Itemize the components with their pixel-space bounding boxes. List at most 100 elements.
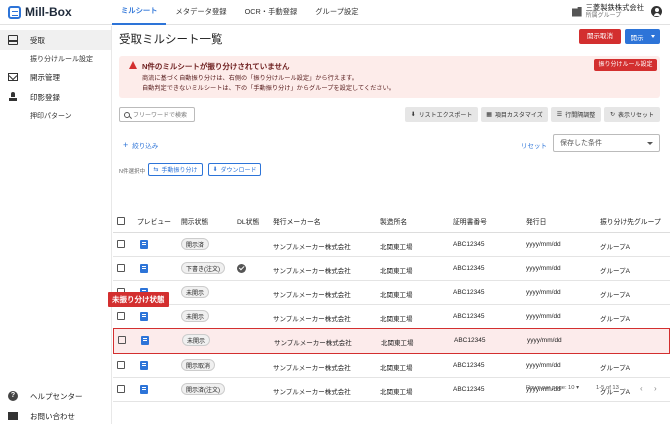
- refresh-icon: ↻: [609, 112, 615, 118]
- sidebar-item-receive[interactable]: 受取: [0, 30, 111, 50]
- grid-icon: ▦: [486, 112, 492, 118]
- sidebar-item-assign-rules[interactable]: 振り分けルール設定: [0, 50, 111, 67]
- plant-name: 北関東工場: [380, 244, 413, 251]
- assigned-group: グループA: [600, 316, 630, 323]
- company-switcher[interactable]: 三菱製鉄株式会社 所属グループ: [571, 3, 644, 20]
- user-avatar-icon[interactable]: [651, 6, 662, 17]
- row-checkbox[interactable]: [117, 385, 125, 393]
- customize-columns-label: 項目カスタマイズ: [494, 113, 543, 119]
- manual-assign-label: 手動振り分け: [161, 168, 198, 174]
- column-header-date[interactable]: 発行日: [526, 216, 546, 226]
- rows-per-page-value: 10: [568, 385, 575, 391]
- preview-icon[interactable]: [140, 264, 148, 273]
- tab-metadata[interactable]: メタデータ登録: [166, 0, 235, 25]
- company-name: 三菱製鉄株式会社: [585, 3, 644, 12]
- column-header-status[interactable]: 開示状態: [181, 216, 208, 226]
- filter-label: 絞り込み: [132, 143, 159, 150]
- plant-name: 北関東工場: [380, 316, 413, 323]
- preview-icon[interactable]: [140, 361, 148, 370]
- cert-number: ABC12345: [453, 289, 485, 296]
- preview-icon[interactable]: [141, 336, 149, 345]
- cert-number: ABC12345: [453, 241, 485, 248]
- search-input[interactable]: フリーワードで検索: [119, 107, 195, 122]
- column-header-dl[interactable]: DL状態: [237, 216, 259, 226]
- status-badge: 未開示: [181, 286, 210, 298]
- table-row[interactable]: 未開示 サンプルメーカー株式会社 北関東工場 ABC12345 yyyy/mm/dd グル…: [113, 305, 670, 329]
- issue-date: yyyy/mm/dd: [526, 313, 561, 320]
- search-placeholder: フリーワードで検索: [133, 113, 188, 119]
- logo[interactable]: Mill-Box: [8, 5, 112, 19]
- sidebar-item-disclosure[interactable]: 開示管理: [0, 67, 111, 87]
- row-density-button[interactable]: ☰ 行間隔調整: [551, 107, 601, 122]
- pagination-range: 1-5 of 13: [596, 385, 619, 391]
- table-row[interactable]: 未開示 サンプルメーカー株式会社 北関東工場 ABC12345 yyyy/mm/dd: [113, 328, 670, 354]
- download-button[interactable]: ⬇ ダウンロード: [208, 163, 261, 176]
- alert-line-2: 自動判定できないミルシートは、下の「手動振り分け」からグループを設定してください…: [142, 85, 395, 92]
- cancel-disclosure-button[interactable]: 開示取消: [579, 29, 621, 44]
- assigned-group: グループA: [600, 365, 630, 372]
- main-nav: ミルシート メタデータ登録 OCR・手動登録 グループ設定: [112, 0, 368, 25]
- saved-conditions-value: 保存した条件: [560, 140, 602, 147]
- sidebar-item-label: お問い合わせ: [30, 411, 75, 421]
- disclose-button[interactable]: 開示: [625, 29, 660, 44]
- sidebar-item-help[interactable]: ? ヘルプセンター: [0, 386, 112, 406]
- maker-name: サンプルメーカー株式会社: [273, 365, 351, 372]
- chevron-down-icon: [647, 142, 653, 145]
- unassigned-alert: N件のミルシートが振り分けされていません 商流に基づく自動振り分けは、右側の「振…: [119, 56, 660, 98]
- preview-icon[interactable]: [140, 385, 148, 394]
- warning-icon: [129, 61, 137, 69]
- table-row[interactable]: 開示済 サンプルメーカー株式会社 北関東工場 ABC12345 yyyy/mm/dd グル…: [113, 233, 670, 257]
- column-header-group[interactable]: 振り分け先グループ: [600, 216, 661, 226]
- saved-conditions-select[interactable]: 保存した条件: [553, 134, 660, 152]
- column-header-preview[interactable]: プレビュー: [137, 216, 171, 226]
- row-checkbox[interactable]: [117, 264, 125, 272]
- prev-page-icon[interactable]: ‹: [640, 384, 643, 393]
- row-checkbox[interactable]: [117, 312, 125, 320]
- customize-columns-button[interactable]: ▦ 項目カスタマイズ: [481, 107, 548, 122]
- row-checkbox[interactable]: [117, 361, 125, 369]
- status-badge: 開示済: [181, 238, 210, 250]
- cert-number: ABC12345: [453, 265, 485, 272]
- maker-name: サンプルメーカー株式会社: [273, 268, 351, 275]
- table-header: プレビュー 開示状態 DL状態 発行メーカー名 製造所名 証明書番号 発行日 振…: [113, 209, 670, 233]
- density-icon: ☰: [556, 112, 563, 118]
- status-badge: 下書き(注文): [181, 262, 225, 274]
- maker-name: サンプルメーカー株式会社: [273, 244, 351, 251]
- filter-button[interactable]: + 絞り込み: [123, 140, 158, 150]
- maker-name: サンプルメーカー株式会社: [273, 316, 351, 323]
- table-row[interactable]: 開示取消 サンプルメーカー株式会社 北関東工場 ABC12345 yyyy/mm/dd グ…: [113, 354, 670, 378]
- next-page-icon[interactable]: ›: [654, 384, 657, 393]
- row-checkbox[interactable]: [118, 336, 126, 344]
- manual-assign-button[interactable]: ⇆ 手動振り分け: [148, 163, 203, 176]
- select-all-checkbox[interactable]: [117, 217, 125, 225]
- reset-view-label: 表示リセット: [618, 113, 655, 119]
- preview-icon[interactable]: [140, 312, 148, 321]
- list-export-button[interactable]: ⬇ リストエクスポート: [405, 107, 478, 122]
- rows-per-page-select[interactable]: 10 ▾: [568, 385, 579, 391]
- company-group: 所属グループ: [585, 13, 622, 19]
- sidebar-item-label: 開示管理: [30, 72, 60, 82]
- reset-view-button[interactable]: ↻ 表示リセット: [604, 107, 660, 122]
- column-header-plant[interactable]: 製造所名: [380, 216, 407, 226]
- unassigned-tag: 未振り分け状態: [108, 292, 169, 307]
- tab-group-settings[interactable]: グループ設定: [306, 0, 367, 25]
- column-header-cert[interactable]: 証明書番号: [453, 216, 487, 226]
- row-checkbox[interactable]: [117, 240, 125, 248]
- table-row[interactable]: 下書き(注文) サンプルメーカー株式会社 北関東工場 ABC12345 yyyy/mm/…: [113, 257, 670, 281]
- sidebar-item-label: 印影登録: [30, 92, 60, 102]
- status-badge: 開示済(注文): [181, 383, 225, 395]
- tab-ocr[interactable]: OCR・手動登録: [236, 0, 307, 25]
- table-row[interactable]: 未開示 サンプルメーカー株式会社 北関東工場 ABC12345 yyyy/mm/dd グル…: [113, 281, 670, 305]
- tab-millsheet[interactable]: ミルシート: [112, 0, 167, 25]
- maker-name: サンプルメーカー株式会社: [274, 340, 352, 347]
- sidebar-item-seal[interactable]: 印影登録: [0, 87, 111, 107]
- filter-reset-link[interactable]: リセット: [521, 140, 547, 150]
- chevron-down-icon: [650, 35, 655, 38]
- preview-icon[interactable]: [140, 240, 148, 249]
- column-header-maker[interactable]: 発行メーカー名: [273, 216, 321, 226]
- sidebar-item-contact[interactable]: お問い合わせ: [0, 406, 112, 426]
- table-row[interactable]: 開示済(注文) サンプルメーカー株式会社 北関東工場 ABC12345 yyyy/mm/…: [113, 378, 670, 402]
- cert-number: ABC12345: [453, 386, 485, 393]
- assign-rules-button[interactable]: 振り分けルール設定: [594, 59, 657, 71]
- sidebar-item-stamp-pattern[interactable]: 押印パターン: [0, 107, 111, 124]
